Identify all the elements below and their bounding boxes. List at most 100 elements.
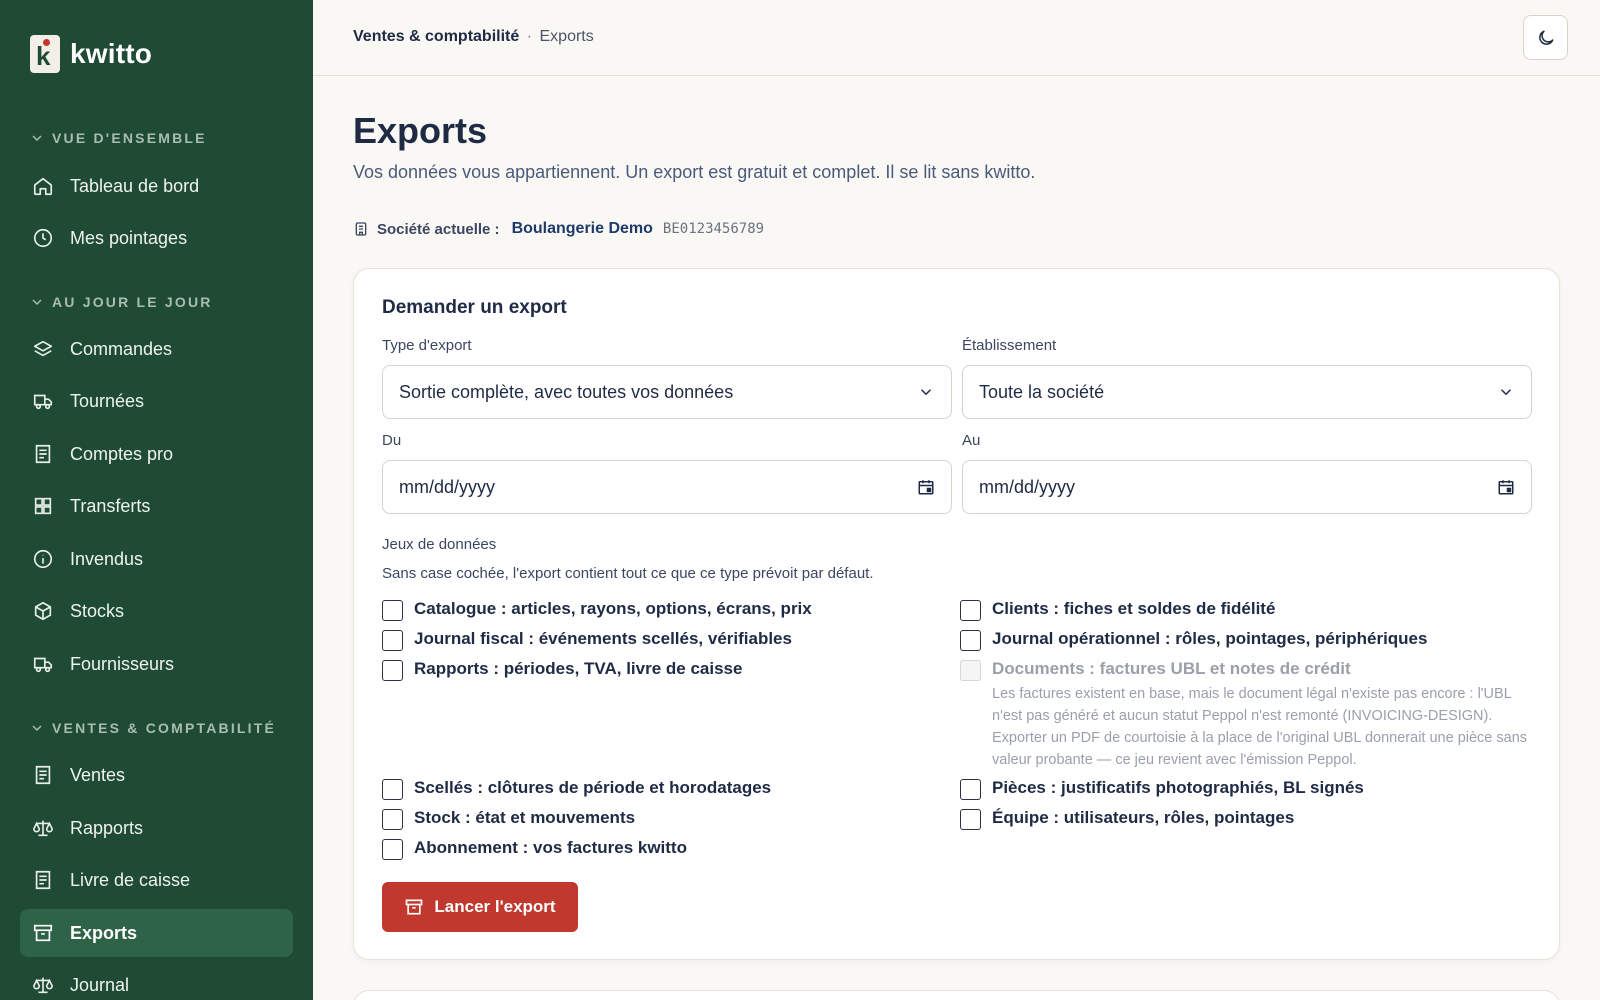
sidebar-item-label: Exports [70, 922, 138, 943]
dataset-clients-checkbox[interactable]: Clients : fiches et soldes de fidélité [960, 599, 1275, 621]
sidebar-item-mes-pointages[interactable]: Mes pointages [20, 214, 293, 262]
from-date-value: mm/dd/yyyy [399, 476, 496, 497]
checkbox[interactable] [382, 660, 403, 681]
company-name: Boulangerie Demo [511, 220, 653, 237]
launch-export-button[interactable]: Lancer l'export [382, 882, 578, 932]
grid-icon [34, 497, 52, 515]
to-date-value: mm/dd/yyyy [979, 476, 1076, 497]
sidebar-item-fournisseurs[interactable]: Fournisseurs [20, 640, 293, 688]
sidebar-item-label: Fournisseurs [70, 653, 175, 674]
sidebar-item-label: Tableau de bord [70, 175, 200, 196]
checkbox-label: Stock : état et mouvements [414, 808, 636, 827]
chevron-down-icon [32, 725, 42, 732]
sidebar-item-stocks[interactable]: Stocks [20, 587, 293, 635]
to-date-label: Au [962, 432, 981, 449]
from-date-label: Du [382, 432, 402, 449]
company-vat: BE0123456789 [662, 221, 765, 237]
sidebar-item-transferts[interactable]: Transferts [20, 482, 293, 530]
breadcrumb-separator: · [526, 28, 533, 45]
sidebar-item-invendus[interactable]: Invendus [20, 535, 293, 583]
archive-icon [33, 924, 53, 942]
truck-icon [33, 394, 53, 410]
launch-export-label: Lancer l'export [434, 897, 556, 916]
section-label: VENTES & COMPTABILITÉ [52, 720, 277, 736]
moon-icon [1538, 30, 1553, 45]
sidebar-item-ventes[interactable]: Ventes [20, 751, 293, 799]
dataset-journal-fiscal-checkbox[interactable]: Journal fiscal : événements scellés, vér… [382, 629, 792, 651]
theme-toggle-button[interactable] [1523, 15, 1568, 60]
section-vue-ensemble[interactable]: VUE D'ENSEMBLE [32, 130, 207, 146]
sidebar-item-tableau-de-bord[interactable]: Tableau de bord [20, 162, 293, 210]
sidebar-item-exports[interactable]: Exports [20, 909, 293, 957]
kwitto-logo-icon: k [30, 35, 60, 73]
dataset-stock-checkbox[interactable]: Stock : état et mouvements [382, 808, 635, 830]
checkbox-label: Équipe : utilisateurs, rôles, pointages [992, 808, 1295, 827]
logo[interactable]: k kwitto [30, 35, 152, 73]
sidebar-item-commandes[interactable]: Commandes [20, 325, 293, 373]
from-date-input[interactable]: mm/dd/yyyy [382, 460, 952, 514]
calendar-icon[interactable] [917, 478, 935, 496]
dataset-pieces-checkbox[interactable]: Pièces : justificatifs photographiés, BL… [960, 778, 1364, 800]
document-icon [35, 444, 51, 464]
checkbox-label: Journal fiscal : événements scellés, vér… [414, 629, 792, 648]
info-icon [33, 549, 53, 569]
export-request-card: Demander un export Type d'export Sortie … [353, 268, 1560, 960]
section-ventes-comptabilite[interactable]: VENTES & COMPTABILITÉ [32, 720, 276, 736]
sidebar-item-label: Livre de caisse [70, 869, 191, 890]
type-label: Type d'export [382, 337, 472, 354]
breadcrumb-section[interactable]: Ventes & comptabilité [353, 28, 519, 45]
sidebar-item-comptes-pro[interactable]: Comptes pro [20, 430, 293, 478]
breadcrumb-current: Exports [539, 28, 594, 45]
dataset-rapports-checkbox[interactable]: Rapports : périodes, TVA, livre de caiss… [382, 659, 742, 681]
top-bar: Ventes & comptabilité · Exports [313, 0, 1600, 76]
sidebar-item-livre-de-caisse[interactable]: Livre de caisse [20, 856, 293, 904]
checkbox[interactable] [382, 630, 403, 651]
chevron-down-icon [32, 135, 42, 142]
app-name: kwitto [70, 38, 153, 69]
checkbox-label: Catalogue : articles, rayons, options, é… [414, 599, 812, 618]
establishment-select[interactable]: Toute la société [962, 365, 1532, 419]
sidebar-item-label: Comptes pro [70, 443, 174, 464]
sidebar-item-tournees[interactable]: Tournées [20, 377, 293, 425]
chevron-down-icon [1500, 389, 1512, 396]
checkbox-label: Abonnement : vos factures kwitto [414, 838, 687, 857]
home-icon [33, 177, 53, 196]
dataset-journal-operationnel-checkbox[interactable]: Journal opérationnel : rôles, pointages,… [960, 629, 1427, 651]
establishment-label: Établissement [962, 337, 1057, 354]
sidebar-item-label: Transferts [70, 495, 151, 516]
sidebar-item-journal[interactable]: Journal [20, 961, 293, 1000]
calendar-icon[interactable] [1497, 478, 1515, 496]
export-type-select[interactable]: Sortie complète, avec toutes vos données [382, 365, 952, 419]
dataset-abonnement-checkbox[interactable]: Abonnement : vos factures kwitto [382, 838, 687, 860]
checkbox[interactable] [960, 630, 981, 651]
checkbox[interactable] [960, 779, 981, 800]
section-au-jour-le-jour[interactable]: AU JOUR LE JOUR [32, 294, 213, 310]
checkbox[interactable] [960, 809, 981, 830]
dataset-scelles-checkbox[interactable]: Scellés : clôtures de période et horodat… [382, 778, 771, 800]
documents-note: Les factures existent en base, mais le d… [992, 686, 1528, 768]
checkbox[interactable] [382, 600, 403, 621]
company-label: Société actuelle : [377, 220, 500, 238]
breadcrumb: Ventes & comptabilité · Exports [353, 28, 594, 46]
clock-icon [33, 228, 53, 248]
chevron-down-icon [920, 389, 932, 396]
section-label: VUE D'ENSEMBLE [52, 130, 207, 146]
next-card [353, 990, 1560, 1000]
sidebar: k kwitto VUE D'ENSEMBLE Tableau de bord … [0, 0, 313, 1000]
to-date-input[interactable]: mm/dd/yyyy [962, 460, 1532, 514]
current-company: Société actuelle : Boulangerie Demo BE01… [353, 220, 764, 238]
page-subtitle: Vos données vous appartiennent. Un expor… [353, 162, 1036, 182]
checkbox[interactable] [382, 779, 403, 800]
card-title: Demander un export [382, 297, 567, 318]
checkbox-label: Rapports : périodes, TVA, livre de caiss… [414, 659, 743, 678]
document-icon [35, 765, 51, 785]
dataset-catalogue-checkbox[interactable]: Catalogue : articles, rayons, options, é… [382, 599, 812, 621]
sidebar-item-rapports[interactable]: Rapports [20, 804, 293, 852]
checkbox-label: Pièces : justificatifs photographiés, BL… [992, 778, 1364, 797]
checkbox[interactable] [382, 809, 403, 830]
sidebar-item-label: Invendus [70, 548, 144, 569]
checkbox[interactable] [960, 600, 981, 621]
checkbox-label: Clients : fiches et soldes de fidélité [992, 599, 1276, 618]
dataset-equipe-checkbox[interactable]: Équipe : utilisateurs, rôles, pointages [960, 808, 1294, 830]
checkbox[interactable] [382, 839, 403, 860]
